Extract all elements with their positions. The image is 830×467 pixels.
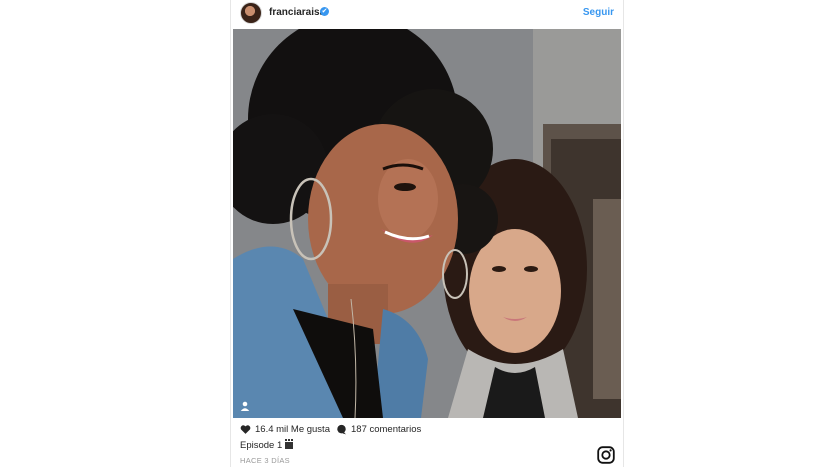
instagram-icon[interactable] xyxy=(597,446,615,464)
likes-count[interactable]: 16.4 mil Me gusta xyxy=(240,424,330,435)
likes-text: 16.4 mil Me gusta xyxy=(255,424,330,435)
follow-button[interactable]: Seguir xyxy=(583,7,614,18)
instagram-embed-card: franciaraisa ✔ Seguir 16.4 mil Me gusta … xyxy=(230,0,624,467)
post-actions: 16.4 mil Me gusta 187 comentarios xyxy=(231,424,623,438)
post-header: franciaraisa ✔ Seguir xyxy=(231,0,623,28)
post-timestamp: HACE 3 DÍAS xyxy=(240,456,290,465)
username[interactable]: franciaraisa xyxy=(269,7,325,18)
user-tag-icon[interactable] xyxy=(239,400,251,412)
avatar[interactable] xyxy=(240,2,262,24)
comment-bubble-icon[interactable] xyxy=(336,424,347,435)
comments-count[interactable]: 187 comentarios xyxy=(336,424,421,435)
post-caption: Episode 1 xyxy=(240,439,294,451)
post-photo[interactable] xyxy=(233,29,621,418)
verified-badge-icon: ✔ xyxy=(320,7,329,16)
clapperboard-icon xyxy=(285,439,294,449)
comments-text: 187 comentarios xyxy=(351,424,422,435)
selfie-image xyxy=(233,29,621,418)
caption-text: Episode 1 xyxy=(240,440,283,451)
heart-icon[interactable] xyxy=(240,424,251,435)
